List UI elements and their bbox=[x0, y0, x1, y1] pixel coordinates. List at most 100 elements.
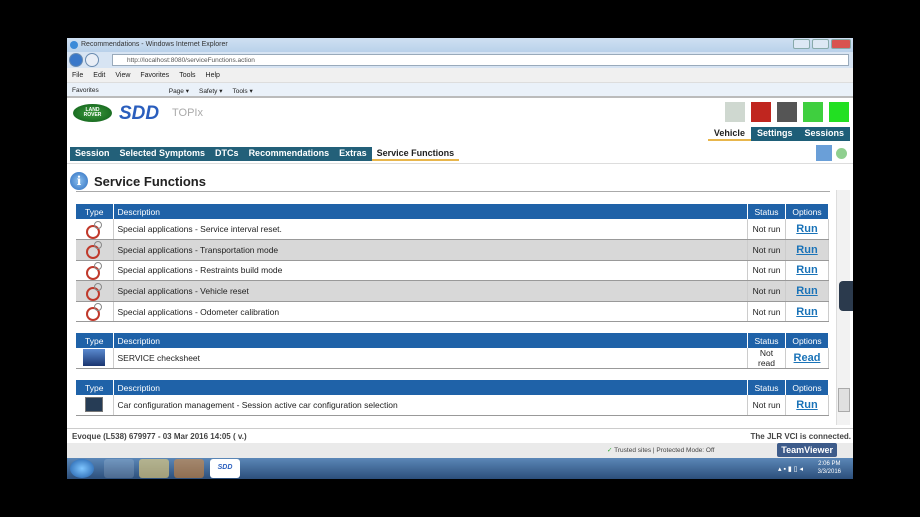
vehicle-info: Evoque (L538) 679977 - 03 Mar 2016 14:05… bbox=[72, 432, 247, 441]
security-zone: Trusted sites | Protected Mode: Off bbox=[614, 447, 715, 454]
app-header: LAND ROVER SDD TOPIx Vehicle Settings Ses… bbox=[67, 98, 853, 141]
forward-button[interactable] bbox=[85, 53, 99, 67]
row-status: Not read bbox=[747, 348, 786, 370]
col-options: Options bbox=[785, 204, 829, 219]
col-type: Type bbox=[76, 333, 114, 348]
document-icon[interactable] bbox=[803, 102, 823, 122]
row-description: Special applications - Restraints build … bbox=[113, 260, 748, 282]
row-description: Special applications - Vehicle reset bbox=[113, 280, 748, 302]
table-row: SERVICE checksheet Not read Read bbox=[76, 348, 829, 370]
favorites-button[interactable]: Favorites bbox=[72, 87, 99, 96]
teamviewer-side-tab[interactable] bbox=[839, 281, 853, 311]
ie-taskbar-icon[interactable] bbox=[104, 459, 134, 478]
nav-extras[interactable]: Extras bbox=[334, 147, 372, 161]
back-button[interactable] bbox=[69, 53, 83, 67]
teamviewer-badge[interactable]: TeamViewer bbox=[777, 443, 837, 457]
run-link[interactable]: Run bbox=[796, 264, 817, 276]
address-bar: http://localhost:8080/serviceFunctions.a… bbox=[67, 52, 853, 68]
col-type: Type bbox=[76, 380, 114, 395]
tab-vehicle[interactable]: Vehicle bbox=[707, 127, 751, 141]
read-link[interactable]: Read bbox=[794, 352, 821, 364]
col-status: Status bbox=[747, 380, 786, 395]
special-app-icon bbox=[85, 282, 103, 301]
row-description: Special applications - Transportation mo… bbox=[113, 239, 748, 261]
topix-link[interactable]: TOPIx bbox=[172, 107, 203, 119]
tab-sessions[interactable]: Sessions bbox=[798, 127, 850, 141]
table-row: Car configuration management - Session a… bbox=[76, 395, 829, 417]
sdd-brand: SDD bbox=[119, 103, 160, 124]
main-nav: Session Selected Symptoms DTCs Recommend… bbox=[70, 147, 460, 161]
nav-recommendations[interactable]: Recommendations bbox=[244, 147, 335, 161]
time: 2:06 PM bbox=[818, 461, 841, 467]
run-link[interactable]: Run bbox=[796, 399, 817, 411]
run-link[interactable]: Run bbox=[796, 285, 817, 297]
menu-help[interactable]: Help bbox=[206, 72, 220, 82]
ie-status-bar: ✓ Trusted sites | Protected Mode: Off Te… bbox=[67, 443, 853, 458]
battery-icon[interactable] bbox=[829, 102, 849, 122]
menu-view[interactable]: View bbox=[115, 72, 130, 82]
explorer-taskbar-icon[interactable] bbox=[139, 459, 169, 478]
safety-menu[interactable]: Safety ▾ bbox=[199, 87, 223, 96]
col-options: Options bbox=[785, 380, 829, 395]
row-status: Not run bbox=[747, 239, 786, 261]
tools-menu[interactable]: Tools ▾ bbox=[232, 87, 252, 96]
scrollbar-thumb[interactable] bbox=[838, 388, 850, 412]
ie-icon bbox=[70, 41, 78, 49]
computer-icon[interactable] bbox=[816, 145, 832, 161]
checksheet-table: Type Description Status Options SERVICE che… bbox=[76, 333, 829, 370]
car-config-icon bbox=[85, 396, 104, 412]
system-tray: ▴ ▪ ▮ ▯ ◂ bbox=[778, 466, 803, 473]
clock[interactable]: 2:06 PM 3/3/2016 bbox=[818, 460, 841, 476]
vci-status: The JLR VCI is connected. bbox=[750, 432, 851, 441]
table-row: Special applications - Odometer calibrat… bbox=[76, 301, 829, 323]
status-icon[interactable] bbox=[836, 148, 847, 159]
url-input[interactable]: http://localhost:8080/serviceFunctions.a… bbox=[112, 54, 849, 66]
module-icon[interactable] bbox=[777, 102, 797, 122]
menu-tools[interactable]: Tools bbox=[179, 72, 195, 82]
special-app-icon bbox=[85, 220, 103, 239]
close-button[interactable] bbox=[831, 39, 851, 49]
taskbar: SDD ▴ ▪ ▮ ▯ ◂ 2:06 PM 3/3/2016 bbox=[67, 458, 853, 479]
menu-bar: File Edit View Favorites Tools Help bbox=[67, 68, 853, 83]
title-bar: Recommendations - Windows Internet Explo… bbox=[67, 38, 853, 52]
nav-dtcs[interactable]: DTCs bbox=[210, 147, 244, 161]
minimize-button[interactable] bbox=[793, 39, 810, 49]
run-link[interactable]: Run bbox=[796, 223, 817, 235]
app-footer: Evoque (L538) 679977 - 03 Mar 2016 14:05… bbox=[67, 428, 853, 443]
row-description: SERVICE checksheet bbox=[113, 348, 748, 370]
page-menu[interactable]: Page ▾ bbox=[169, 87, 189, 96]
run-link[interactable]: Run bbox=[796, 244, 817, 256]
page-title: Service Functions bbox=[94, 173, 206, 189]
col-description: Description bbox=[113, 380, 748, 395]
row-status: Not run bbox=[747, 260, 786, 282]
menu-file[interactable]: File bbox=[72, 72, 83, 82]
sdd-taskbar-button[interactable]: SDD bbox=[210, 459, 240, 478]
nav-session[interactable]: Session bbox=[70, 147, 115, 161]
special-app-icon bbox=[85, 241, 103, 260]
row-status: Not run bbox=[747, 301, 786, 323]
menu-edit[interactable]: Edit bbox=[93, 72, 105, 82]
table-row: Special applications - Restraints build … bbox=[76, 260, 829, 282]
vci-icon[interactable] bbox=[725, 102, 745, 122]
check-icon: ✓ bbox=[607, 447, 613, 454]
start-button[interactable] bbox=[70, 459, 94, 478]
menu-favorites[interactable]: Favorites bbox=[140, 72, 169, 82]
nav-service-functions[interactable]: Service Functions bbox=[371, 147, 460, 161]
restore-button[interactable] bbox=[812, 39, 829, 49]
media-player-taskbar-icon[interactable] bbox=[174, 459, 204, 478]
info-icon: i bbox=[70, 172, 88, 190]
ie-window: Recommendations - Windows Internet Explo… bbox=[67, 38, 853, 479]
tab-settings[interactable]: Settings bbox=[750, 127, 799, 141]
car-config-table: Type Description Status Options Car configu… bbox=[76, 380, 829, 417]
col-status: Status bbox=[747, 333, 786, 348]
row-status: Not run bbox=[747, 219, 786, 241]
row-status: Not run bbox=[747, 280, 786, 302]
tool-icon[interactable] bbox=[751, 102, 771, 122]
nav-selected-symptoms[interactable]: Selected Symptoms bbox=[115, 147, 211, 161]
date: 3/3/2016 bbox=[817, 469, 841, 475]
col-description: Description bbox=[113, 333, 748, 348]
row-description: Car configuration management - Session a… bbox=[113, 395, 748, 417]
run-link[interactable]: Run bbox=[796, 306, 817, 318]
land-rover-logo: LAND ROVER bbox=[73, 104, 112, 122]
special-app-icon bbox=[85, 303, 103, 322]
